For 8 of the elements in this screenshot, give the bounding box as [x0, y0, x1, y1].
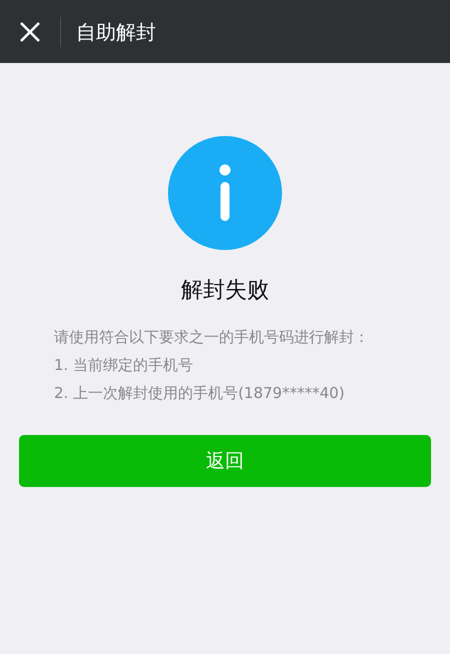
header-title: 自助解封	[76, 18, 156, 46]
close-icon	[19, 20, 41, 42]
info-icon	[168, 136, 282, 250]
result-title: 解封失败	[181, 277, 269, 305]
message-line: 请使用符合以下要求之一的手机号码进行解封：	[54, 327, 370, 348]
message-line: 2. 上一次解封使用的手机号(1879*****40)	[54, 383, 346, 404]
message-line: 1. 当前绑定的手机号	[54, 355, 194, 376]
back-button[interactable]: 返回	[19, 435, 431, 487]
